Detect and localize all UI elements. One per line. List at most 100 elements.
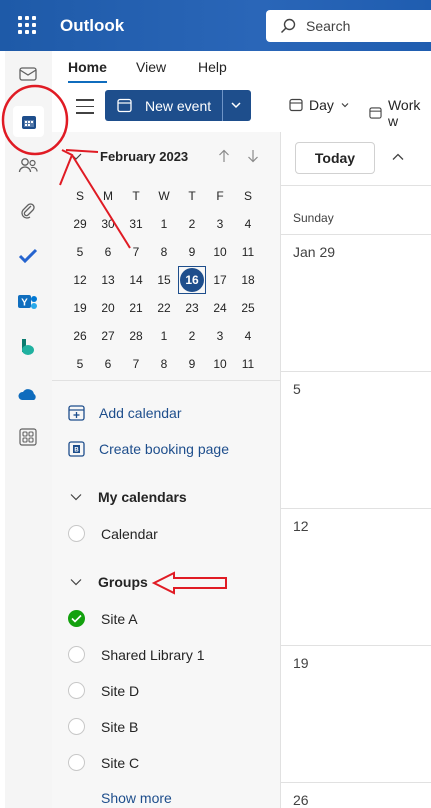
mini-calendar-day[interactable]: 25 (234, 301, 262, 315)
mini-calendar-day[interactable]: 24 (206, 301, 234, 315)
new-event-button[interactable]: New event (105, 90, 251, 121)
mini-calendar-day[interactable]: 5 (66, 245, 94, 259)
mini-calendar-day[interactable]: 7 (122, 357, 150, 371)
app-title[interactable]: Outlook (60, 16, 124, 36)
mini-calendar-week: 12 13 14 15 16 17 18 (66, 266, 290, 294)
mail-icon[interactable] (17, 63, 39, 85)
mini-calendar-day[interactable]: 4 (234, 329, 262, 343)
chevron-up-icon[interactable] (392, 152, 404, 162)
work-week-button[interactable]: Work w (369, 97, 431, 129)
mini-calendar-day[interactable]: 1 (150, 217, 178, 231)
mini-calendar-day[interactable]: 10 (206, 357, 234, 371)
mini-calendar-day[interactable]: 18 (234, 273, 262, 287)
mini-calendar-day[interactable]: 26 (66, 329, 94, 343)
more-apps-icon[interactable] (17, 426, 39, 448)
mini-calendar-day[interactable]: 17 (206, 273, 234, 287)
mini-calendar-week: 19 20 21 22 23 24 25 (66, 294, 290, 322)
mini-calendar-day[interactable]: 1 (150, 329, 178, 343)
mini-calendar-day[interactable]: 22 (150, 301, 178, 315)
mini-calendar-day[interactable]: 2 (178, 329, 206, 343)
group-item-shared-library-1[interactable]: Shared Library 1 (68, 646, 205, 663)
create-booking-page-link[interactable]: B Create booking page (68, 440, 229, 457)
ribbon: Home View Help New event Day Work w (52, 51, 431, 132)
calendar-item-calendar[interactable]: Calendar (68, 525, 158, 542)
mini-calendar-day[interactable]: 23 (178, 301, 206, 315)
mini-calendar-day[interactable]: 11 (234, 357, 262, 371)
mini-calendar-day[interactable]: 7 (122, 245, 150, 259)
mini-calendar-day[interactable]: 15 (150, 273, 178, 287)
people-icon[interactable] (17, 154, 39, 176)
mini-calendar-day[interactable]: 13 (94, 273, 122, 287)
search-label: Search (306, 18, 351, 34)
show-more-link[interactable]: Show more (101, 790, 172, 806)
mini-calendar-day[interactable]: 30 (94, 217, 122, 231)
app-launcher-icon[interactable] (18, 16, 36, 34)
week-cell-label[interactable]: 12 (293, 518, 309, 534)
tab-help[interactable]: Help (198, 59, 227, 75)
mini-calendar-day[interactable]: 27 (94, 329, 122, 343)
onedrive-icon[interactable] (17, 383, 39, 405)
group-checked-icon[interactable] (68, 610, 85, 627)
day-view-button[interactable]: Day (289, 97, 350, 113)
mini-calendar-day[interactable]: 16 (178, 266, 206, 294)
groups-section[interactable]: Groups (70, 574, 148, 590)
arrow-up-icon[interactable] (218, 149, 230, 163)
mini-calendar-day[interactable]: 8 (150, 245, 178, 259)
attachment-icon[interactable] (17, 199, 39, 221)
mini-calendar-day[interactable]: 3 (206, 329, 234, 343)
tab-home[interactable]: Home (68, 59, 107, 83)
add-calendar-link[interactable]: Add calendar (68, 404, 182, 421)
calendar-sidebar: February 2023 S M T W T F S 29 30 31 1 2 3 4 5 6… (52, 132, 280, 808)
week-cell-label[interactable]: 5 (293, 381, 301, 397)
group-toggle[interactable] (68, 754, 85, 771)
mini-calendar-day[interactable]: 6 (94, 357, 122, 371)
mini-calendar-day[interactable]: 8 (150, 357, 178, 371)
mini-calendar-day[interactable]: 21 (122, 301, 150, 315)
mini-calendar-day[interactable]: 28 (122, 329, 150, 343)
today-button[interactable]: Today (295, 142, 375, 174)
mini-calendar-month[interactable]: February 2023 (100, 149, 188, 164)
mini-calendar-day[interactable]: 4 (234, 217, 262, 231)
mini-calendar-day[interactable]: 9 (178, 245, 206, 259)
mini-calendar-day[interactable]: 19 (66, 301, 94, 315)
todo-icon[interactable] (17, 245, 39, 267)
mini-calendar-day[interactable]: 10 (206, 245, 234, 259)
mini-calendar-day[interactable]: 11 (234, 245, 262, 259)
week-cell-label[interactable]: 26 (293, 792, 309, 808)
mini-calendar-day[interactable]: 3 (206, 217, 234, 231)
week-cell-label[interactable]: 19 (293, 655, 309, 671)
mini-calendar-day[interactable]: 12 (66, 273, 94, 287)
mini-calendar-day[interactable]: 20 (94, 301, 122, 315)
yammer-icon[interactable]: Y (17, 291, 39, 313)
mini-calendar-day[interactable]: 5 (66, 357, 94, 371)
weekday-header: S (243, 189, 252, 203)
weekday-header: S (75, 189, 84, 203)
group-toggle[interactable] (68, 718, 85, 735)
mini-calendar-day[interactable]: 2 (178, 217, 206, 231)
week-cell-label[interactable]: Jan 29 (293, 244, 335, 260)
tab-view[interactable]: View (136, 59, 166, 75)
mini-calendar-day[interactable]: 31 (122, 217, 150, 231)
mini-calendar-day[interactable]: 6 (94, 245, 122, 259)
search-box[interactable]: Search (266, 10, 431, 42)
my-calendars-section[interactable]: My calendars (70, 489, 187, 505)
collapse-chevron-icon[interactable] (70, 152, 82, 162)
mini-calendar-week: 29 30 31 1 2 3 4 (66, 210, 290, 238)
group-item-site-d[interactable]: Site D (68, 682, 139, 699)
calendar-icon[interactable] (13, 106, 44, 137)
group-item-site-a[interactable]: Site A (68, 610, 138, 627)
divider (281, 234, 431, 235)
group-toggle[interactable] (68, 646, 85, 663)
group-toggle[interactable] (68, 682, 85, 699)
bookings-icon[interactable] (17, 337, 39, 359)
hamburger-menu-icon[interactable] (76, 99, 94, 119)
chevron-down-icon[interactable] (229, 98, 243, 112)
arrow-down-icon[interactable] (247, 149, 259, 163)
group-item-site-c[interactable]: Site C (68, 754, 139, 771)
calendar-toggle[interactable] (68, 525, 85, 542)
mini-calendar-day[interactable]: 14 (122, 273, 150, 287)
mini-calendar-day[interactable]: 9 (178, 357, 206, 371)
group-item-site-b[interactable]: Site B (68, 718, 138, 735)
mini-calendar-day[interactable]: 29 (66, 217, 94, 231)
divider (52, 380, 280, 381)
